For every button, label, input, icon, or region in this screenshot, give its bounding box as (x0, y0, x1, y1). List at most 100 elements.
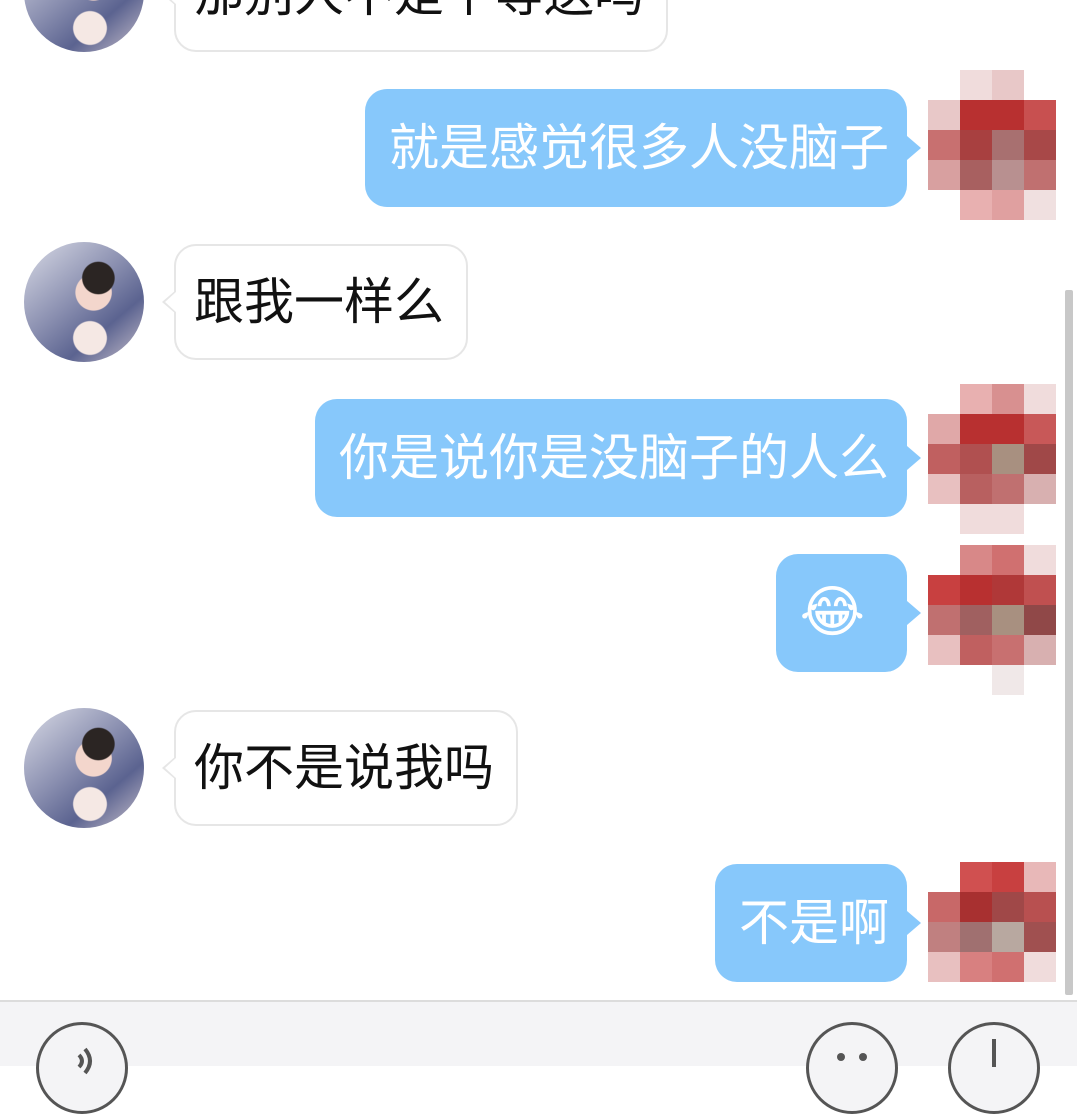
avatar-mosaic-tile (1024, 130, 1056, 160)
scrollbar[interactable] (1065, 290, 1073, 995)
avatar-mosaic-tile (992, 862, 1024, 892)
avatar-mosaic-tile (992, 545, 1024, 575)
user-avatar[interactable] (928, 862, 1056, 1012)
avatar-mosaic-tile (1024, 474, 1056, 504)
avatar-mosaic-tile (1024, 862, 1056, 892)
voice-button[interactable] (36, 1022, 128, 1114)
avatar-mosaic-tile (992, 70, 1024, 100)
avatar-mosaic-tile (960, 414, 992, 444)
avatar-mosaic-tile (992, 160, 1024, 190)
message-text: 你是说你是没脑子的人么 (339, 429, 889, 487)
avatar-mosaic-tile (960, 862, 992, 892)
avatar-mosaic-tile (960, 190, 992, 220)
avatar-mosaic-tile (928, 100, 960, 130)
avatar-mosaic-tile (928, 384, 960, 414)
avatar-mosaic-tile (928, 444, 960, 474)
avatar-mosaic-tile (960, 545, 992, 575)
avatar-mosaic-tile (928, 190, 960, 220)
message-text: 跟我一样么 (194, 273, 444, 331)
avatar-mosaic-tile (928, 160, 960, 190)
avatar-mosaic-tile (928, 635, 960, 665)
add-icon (992, 1039, 996, 1067)
avatar-mosaic-tile (1024, 545, 1056, 575)
emoji-icon (837, 1053, 867, 1061)
avatar-mosaic-tile (960, 474, 992, 504)
avatar-mosaic-tile (1024, 575, 1056, 605)
avatar-mosaic-tile (992, 665, 1024, 695)
input-bar (0, 1000, 1077, 1066)
avatar-mosaic-tile (1024, 70, 1056, 100)
message-text: 那别人不是个等送吗 (194, 0, 644, 23)
avatar-mosaic-tile (992, 474, 1024, 504)
avatar-mosaic-tile (960, 952, 992, 982)
avatar-mosaic-tile (1024, 384, 1056, 414)
avatar-mosaic-tile (992, 635, 1024, 665)
avatar-mosaic-tile (960, 665, 992, 695)
incoming-message-bubble[interactable]: 那别人不是个等送吗 (162, 0, 668, 52)
avatar-mosaic-tile (1024, 922, 1056, 952)
avatar-mosaic-tile (1024, 952, 1056, 982)
avatar-mosaic-tile (928, 665, 960, 695)
avatar-mosaic-tile (1024, 100, 1056, 130)
avatar-mosaic-tile (1024, 504, 1056, 534)
incoming-message-bubble[interactable]: 你不是说我吗 (162, 710, 518, 826)
outgoing-message-bubble[interactable]: 不是啊 (715, 864, 921, 982)
avatar-mosaic-tile (960, 892, 992, 922)
avatar-mosaic-tile (992, 444, 1024, 474)
avatar-mosaic-tile (1024, 635, 1056, 665)
incoming-message-bubble[interactable]: 跟我一样么 (162, 244, 468, 360)
outgoing-message-bubble[interactable]: 😂 (775, 554, 922, 672)
avatar-mosaic-tile (928, 414, 960, 444)
avatar-mosaic-tile (992, 504, 1024, 534)
message-text: 就是感觉很多人没脑子 (389, 119, 889, 177)
contact-avatar[interactable] (24, 0, 144, 52)
avatar-mosaic-tile (928, 952, 960, 982)
message-text: 你不是说我吗 (194, 739, 494, 797)
outgoing-message-bubble[interactable]: 你是说你是没脑子的人么 (315, 399, 921, 517)
avatar-mosaic-tile (928, 892, 960, 922)
user-avatar[interactable] (928, 384, 1056, 534)
avatar-mosaic-tile (960, 384, 992, 414)
avatar-mosaic-tile (992, 892, 1024, 922)
avatar-mosaic-tile (960, 160, 992, 190)
contact-avatar[interactable] (24, 242, 144, 362)
avatar-mosaic-tile (960, 444, 992, 474)
avatar-mosaic-tile (960, 922, 992, 952)
avatar-mosaic-tile (928, 474, 960, 504)
avatar-mosaic-tile (960, 100, 992, 130)
avatar-mosaic-tile (992, 100, 1024, 130)
emoji-button[interactable] (806, 1022, 898, 1114)
avatar-mosaic-tile (960, 635, 992, 665)
avatar-mosaic-tile (992, 190, 1024, 220)
avatar-mosaic-tile (928, 130, 960, 160)
avatar-mosaic-tile (928, 922, 960, 952)
avatar-mosaic-tile (992, 130, 1024, 160)
avatar-mosaic-tile (1024, 665, 1056, 695)
avatar-mosaic-tile (992, 384, 1024, 414)
avatar-mosaic-tile (992, 575, 1024, 605)
outgoing-message-bubble[interactable]: 就是感觉很多人没脑子 (365, 89, 921, 207)
avatar-mosaic-tile (1024, 160, 1056, 190)
avatar-mosaic-tile (928, 575, 960, 605)
avatar-mosaic-tile (928, 605, 960, 635)
laughing-tears-emoji-icon: 😂 (799, 580, 865, 645)
avatar-mosaic-tile (928, 545, 960, 575)
user-avatar[interactable] (928, 545, 1056, 695)
voice-icon (77, 1047, 92, 1075)
user-avatar[interactable] (928, 70, 1056, 220)
avatar-mosaic-tile (960, 130, 992, 160)
avatar-mosaic-tile (1024, 605, 1056, 635)
avatar-mosaic-tile (960, 605, 992, 635)
avatar-mosaic-tile (928, 70, 960, 100)
avatar-mosaic-tile (960, 575, 992, 605)
avatar-mosaic-tile (992, 952, 1024, 982)
avatar-mosaic-tile (1024, 190, 1056, 220)
avatar-mosaic-tile (928, 504, 960, 534)
avatar-mosaic-tile (992, 414, 1024, 444)
avatar-mosaic-tile (1024, 414, 1056, 444)
message-text: 不是啊 (739, 894, 889, 952)
avatar-mosaic-tile (960, 70, 992, 100)
contact-avatar[interactable] (24, 708, 144, 828)
avatar-mosaic-tile (992, 922, 1024, 952)
add-button[interactable] (948, 1022, 1040, 1114)
